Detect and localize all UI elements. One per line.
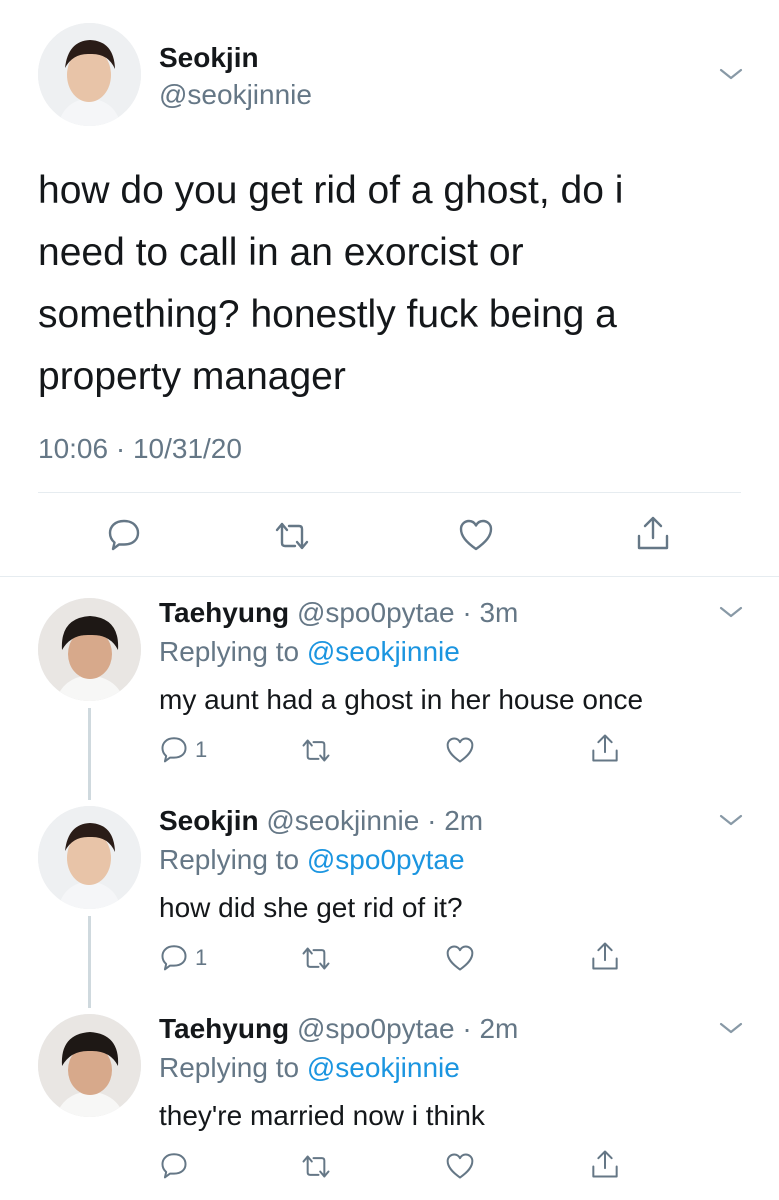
reply-icon[interactable] bbox=[160, 1151, 188, 1179]
tweet-text-line: property manager bbox=[38, 355, 346, 398]
divider bbox=[0, 576, 779, 577]
reply-header: Taehyung @spo0pytae · 2m bbox=[159, 1013, 518, 1045]
replying-to-label: Replying to bbox=[159, 844, 300, 875]
tweet-text: how do you get rid of a ghost, do i need… bbox=[38, 160, 748, 408]
tweet-text-line: something? honestly fuck being a bbox=[38, 293, 617, 336]
replying-to: Replying to @seokjinnie bbox=[159, 636, 460, 668]
avatar[interactable] bbox=[38, 598, 141, 701]
retweet-icon[interactable] bbox=[273, 521, 311, 551]
reply-count: 1 bbox=[195, 945, 208, 970]
reply-icon[interactable] bbox=[107, 517, 141, 551]
replying-to-link[interactable]: @seokjinnie bbox=[307, 636, 460, 667]
like-icon[interactable] bbox=[445, 736, 475, 764]
author-name[interactable]: Seokjin bbox=[159, 42, 259, 74]
reply-meta[interactable]: @seokjinnie · 2m bbox=[266, 805, 483, 836]
divider bbox=[38, 492, 741, 493]
avatar[interactable] bbox=[38, 23, 141, 126]
like-icon[interactable] bbox=[458, 518, 494, 552]
chevron-down-icon[interactable] bbox=[718, 811, 744, 829]
reply-text: they're married now i think bbox=[159, 1100, 485, 1131]
replying-to-label: Replying to bbox=[159, 1052, 300, 1083]
replying-to-link[interactable]: @seokjinnie bbox=[307, 1052, 460, 1083]
avatar[interactable] bbox=[38, 806, 141, 909]
retweet-icon[interactable] bbox=[300, 946, 332, 971]
chevron-down-icon[interactable] bbox=[718, 1019, 744, 1037]
reply-header: Taehyung @spo0pytae · 3m bbox=[159, 597, 518, 629]
share-icon[interactable] bbox=[590, 732, 620, 764]
tweet-text-line: need to call in an exorcist or bbox=[38, 231, 524, 274]
reply-icon[interactable] bbox=[160, 943, 188, 971]
reply-author-name[interactable]: Seokjin bbox=[159, 805, 259, 836]
tweet-text-line: how do you get rid of a ghost, do i bbox=[38, 169, 624, 212]
retweet-icon[interactable] bbox=[300, 738, 332, 763]
replying-to-label: Replying to bbox=[159, 636, 300, 667]
retweet-icon[interactable] bbox=[300, 1154, 332, 1179]
thread-line bbox=[88, 916, 91, 1008]
avatar[interactable] bbox=[38, 1014, 141, 1117]
author-handle[interactable]: @seokjinnie bbox=[159, 79, 312, 111]
share-icon[interactable] bbox=[590, 1148, 620, 1180]
reply-text: my aunt had a ghost in her house once bbox=[159, 684, 644, 715]
share-icon[interactable] bbox=[590, 940, 620, 972]
reply-author-name[interactable]: Taehyung bbox=[159, 597, 289, 628]
reply-icon[interactable] bbox=[160, 735, 188, 763]
like-icon[interactable] bbox=[445, 944, 475, 972]
replying-to: Replying to @seokjinnie bbox=[159, 1052, 460, 1084]
like-icon[interactable] bbox=[445, 1152, 475, 1180]
reply-author-name[interactable]: Taehyung bbox=[159, 1013, 289, 1044]
reply-header: Seokjin @seokjinnie · 2m bbox=[159, 805, 483, 837]
reply-meta[interactable]: @spo0pytae · 2m bbox=[297, 1013, 518, 1044]
chevron-down-icon[interactable] bbox=[718, 603, 744, 621]
thread-line bbox=[88, 708, 91, 800]
reply-meta[interactable]: @spo0pytae · 3m bbox=[297, 597, 518, 628]
replying-to-link[interactable]: @spo0pytae bbox=[307, 844, 465, 875]
chevron-down-icon[interactable] bbox=[718, 65, 744, 83]
replying-to: Replying to @spo0pytae bbox=[159, 844, 465, 876]
reply-text: how did she get rid of it? bbox=[159, 892, 463, 923]
timestamp[interactable]: 10:06 · 10/31/20 bbox=[38, 433, 242, 465]
share-icon[interactable] bbox=[635, 514, 671, 552]
reply-count: 1 bbox=[195, 737, 208, 762]
